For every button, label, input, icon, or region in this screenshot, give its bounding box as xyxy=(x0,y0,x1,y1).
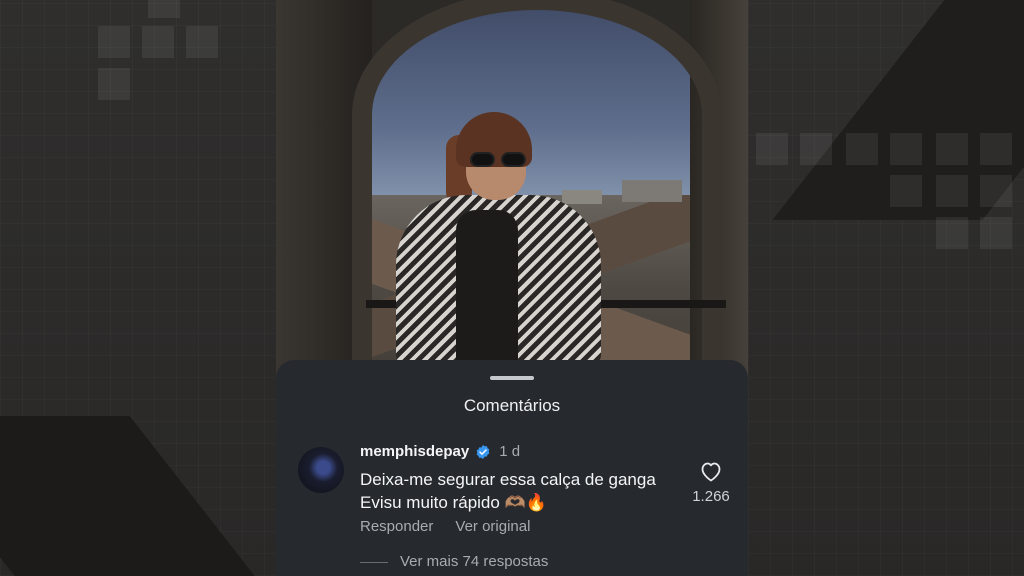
like-control: 1.266 xyxy=(686,460,736,505)
background-tile xyxy=(142,26,174,58)
background-tile xyxy=(980,175,1012,207)
background-tile xyxy=(890,175,922,207)
background-tile xyxy=(846,133,878,165)
background-tile xyxy=(980,217,1012,249)
screen: Comentários memphisdepay 1 d Deixa-me se… xyxy=(0,0,1024,576)
background-tile xyxy=(936,133,968,165)
background-tile xyxy=(890,133,922,165)
verified-badge-icon xyxy=(476,444,490,459)
sunglasses xyxy=(470,152,528,168)
background-stripe xyxy=(0,416,271,576)
sheet-title: Comentários xyxy=(463,396,561,415)
background-tile xyxy=(936,217,968,249)
sheet-drag-handle[interactable] xyxy=(490,376,534,380)
comments-sheet: Comentários memphisdepay 1 d Deixa-me se… xyxy=(276,360,748,576)
person-top xyxy=(456,210,518,365)
reply-button[interactable]: Responder xyxy=(360,518,433,535)
background-tile xyxy=(98,26,130,58)
like-count: 1.266 xyxy=(692,488,730,505)
background-tile xyxy=(148,0,180,18)
background-tile xyxy=(980,133,1012,165)
comment-timestamp: 1 d xyxy=(499,443,521,460)
background-tile xyxy=(800,133,832,165)
comment-actions: Responder Ver original xyxy=(360,518,530,535)
background-tile xyxy=(936,175,968,207)
comment-text: Deixa-me segurar essa calça de ganga Evi… xyxy=(360,470,656,512)
background-tile xyxy=(98,68,130,100)
view-more-replies-button[interactable]: Ver mais 74 respostas xyxy=(359,553,548,570)
see-original-button[interactable]: Ver original xyxy=(455,518,530,535)
background-tile xyxy=(756,133,788,165)
comment-header: memphisdepay 1 d xyxy=(360,443,520,460)
comment-username[interactable]: memphisdepay xyxy=(360,443,469,460)
heart-icon[interactable] xyxy=(699,460,723,482)
avatar[interactable] xyxy=(298,447,344,493)
background-tile xyxy=(186,26,218,58)
